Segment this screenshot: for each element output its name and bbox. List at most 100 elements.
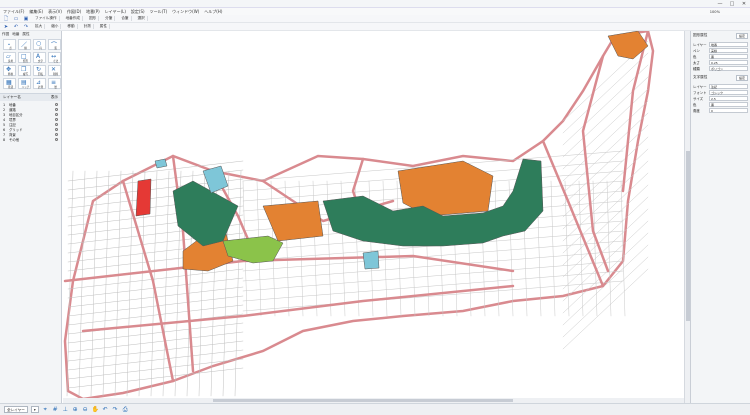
open-folder-icon[interactable]: ▭ — [13, 16, 19, 22]
layer-visibility-toggle[interactable] — [55, 118, 58, 121]
menu-edit[interactable]: 編集(E) — [29, 9, 43, 15]
tool-button-11[interactable]: ↻ 回転 — [33, 65, 46, 76]
tool-button-10[interactable]: ❐ 複写 — [18, 65, 31, 76]
tool-button-1[interactable]: ・点 — [3, 39, 16, 50]
prop-value[interactable]: 0 — [709, 107, 748, 113]
tool-button-16[interactable]: ≡ 層 — [48, 78, 61, 89]
tool-button-9[interactable]: ✥ 移動 — [3, 65, 16, 76]
pan-icon[interactable]: ✋ — [92, 406, 99, 413]
prop-value[interactable]: 地番 — [709, 41, 748, 47]
tab-parcel[interactable]: 地番 — [12, 32, 19, 36]
print-icon[interactable]: ⎙ — [122, 406, 129, 414]
secondary-select[interactable]: ▾ — [30, 406, 39, 413]
prop-value[interactable]: 黒 — [709, 101, 748, 107]
app-window: — □ ✕ ファイル(F) 編集(E) 表示(V) 作図(D) 地番(P) レイ… — [0, 0, 750, 415]
prop-value[interactable]: 実線 — [709, 47, 748, 53]
text-settings-button[interactable]: 設定 — [735, 75, 748, 81]
layer-visibility-toggle[interactable] — [55, 108, 58, 111]
close-button[interactable]: ✕ — [740, 1, 748, 7]
tool-label: 移動 — [7, 73, 14, 76]
tool-button-8[interactable]: ↔ 寸法 — [48, 52, 61, 63]
text-properties-title: 文字属性 — [693, 75, 708, 79]
toolbar2-btn-1[interactable]: 拡大 — [33, 24, 46, 29]
layer-row[interactable]: 8 その他 — [3, 137, 58, 142]
tool-button-3[interactable]: ○ 円 — [33, 39, 46, 50]
tool-button-13[interactable]: ▦ 塗潰 — [3, 78, 16, 89]
horizontal-scroll-thumb[interactable] — [213, 399, 513, 402]
parcel-red[interactable] — [135, 178, 152, 217]
layer-visibility-toggle[interactable] — [55, 123, 58, 126]
prop-row: レイヤー 注記 — [693, 83, 748, 89]
undo-icon[interactable]: ↶ — [102, 406, 109, 413]
tool-button-2[interactable]: ／線 — [18, 39, 31, 50]
window-controls: — □ ✕ — [716, 1, 748, 7]
layer-visibility-toggle[interactable] — [55, 138, 58, 141]
menu-window[interactable]: ウィンドウ(W) — [172, 9, 199, 15]
toolbar2-btn-5[interactable]: 属性 — [98, 24, 110, 29]
redo-toolbar-icon[interactable]: ↷ — [23, 24, 29, 30]
toolbar2-btn-2[interactable]: 縮小 — [49, 24, 62, 29]
parcel-blue[interactable] — [362, 250, 380, 270]
cadastral-map[interactable] — [63, 31, 684, 403]
menu-help[interactable]: ヘルプ(H) — [204, 9, 222, 15]
zoom-out-icon[interactable]: ⊖ — [82, 406, 89, 413]
layer-visibility-toggle[interactable] — [55, 103, 58, 106]
zoom-level[interactable]: 100% — [710, 10, 720, 14]
maximize-button[interactable]: □ — [728, 1, 736, 7]
map-canvas[interactable] — [63, 31, 684, 403]
undo-toolbar-icon[interactable]: ↶ — [13, 24, 19, 30]
prop-row: フォント ゴシック — [693, 89, 748, 95]
toolbar-btn-6[interactable]: 選択 — [136, 16, 148, 21]
zoom-in-icon[interactable]: ⊕ — [72, 406, 79, 413]
menu-settings[interactable]: 設定(S) — [131, 9, 145, 15]
minimize-button[interactable]: — — [716, 1, 724, 7]
tool-label: 線 — [24, 47, 27, 50]
tool-button-6[interactable]: □ 矩形 — [18, 52, 31, 63]
tab-attribute[interactable]: 属性 — [22, 32, 29, 36]
menu-view[interactable]: 表示(V) — [48, 9, 62, 15]
snap-icon[interactable]: ⌖ — [42, 406, 49, 414]
layer-select[interactable]: 全レイヤー — [4, 406, 28, 413]
shape-settings-button[interactable]: 設定 — [735, 33, 748, 39]
tool-label: 複写 — [22, 73, 29, 76]
bottom-toolbar: 全レイヤー ▾ ⌖ # ⊥ ⊕ ⊖ ✋ ↶ ↷ ⎙ — [0, 403, 750, 415]
prop-value[interactable]: 0.25 — [709, 59, 748, 65]
layer-visibility-toggle[interactable] — [55, 128, 58, 131]
tool-button-7[interactable]: A 文字 — [33, 52, 46, 63]
prop-value[interactable]: 2.5 — [709, 95, 748, 101]
toolbar-btn-2[interactable]: 地番作成 — [64, 16, 83, 21]
grid-icon[interactable]: # — [52, 406, 59, 413]
new-file-icon[interactable]: 🗋 — [3, 16, 9, 22]
prop-label: 種類 — [693, 66, 700, 71]
tool-button-15[interactable]: ⊿ 計測 — [33, 78, 46, 89]
prop-value[interactable]: ポリゴン — [709, 65, 748, 71]
menu-layer[interactable]: レイヤー(L) — [105, 9, 126, 15]
toolbar-btn-1[interactable]: ファイル操作 — [33, 16, 60, 21]
zoom-display: 100% — [710, 10, 720, 14]
menu-file[interactable]: ファイル(F) — [3, 9, 24, 15]
tool-button-5[interactable]: ▱ 多角 — [3, 52, 16, 63]
menu-parcel[interactable]: 地番(P) — [86, 9, 100, 15]
prop-value[interactable]: 黒 — [709, 53, 748, 59]
cursor-icon[interactable]: ➤ — [3, 24, 9, 30]
toolbar2-btn-4[interactable]: 計測 — [82, 24, 94, 29]
layer-visibility-toggle[interactable] — [55, 113, 58, 116]
prop-value[interactable]: ゴシック — [709, 89, 748, 95]
toolbar-btn-5[interactable]: 合筆 — [119, 16, 132, 21]
save-icon[interactable]: ▣ — [23, 16, 29, 22]
toolbar2-btn-3[interactable]: 移動 — [65, 24, 78, 29]
tool-button-12[interactable]: ✕ 削除 — [48, 65, 61, 76]
toolbar-btn-4[interactable]: 分筆 — [103, 16, 116, 21]
tool-button-14[interactable]: ▤ ハッチ — [18, 78, 31, 89]
menu-draw[interactable]: 作図(D) — [67, 9, 81, 15]
menu-tools[interactable]: ツール(T) — [150, 9, 168, 15]
redo-icon[interactable]: ↷ — [112, 406, 119, 413]
shape-properties-header: 図形属性 設定 — [693, 33, 748, 39]
layer-visibility-toggle[interactable] — [55, 133, 58, 136]
tool-label: 矩形 — [22, 60, 29, 63]
tool-button-4[interactable]: ⌒ 弧 — [48, 39, 61, 50]
tab-draw[interactable]: 作図 — [2, 32, 9, 36]
prop-value[interactable]: 注記 — [709, 83, 748, 89]
toolbar-btn-3[interactable]: 図形 — [87, 16, 100, 21]
ortho-icon[interactable]: ⊥ — [62, 406, 69, 413]
